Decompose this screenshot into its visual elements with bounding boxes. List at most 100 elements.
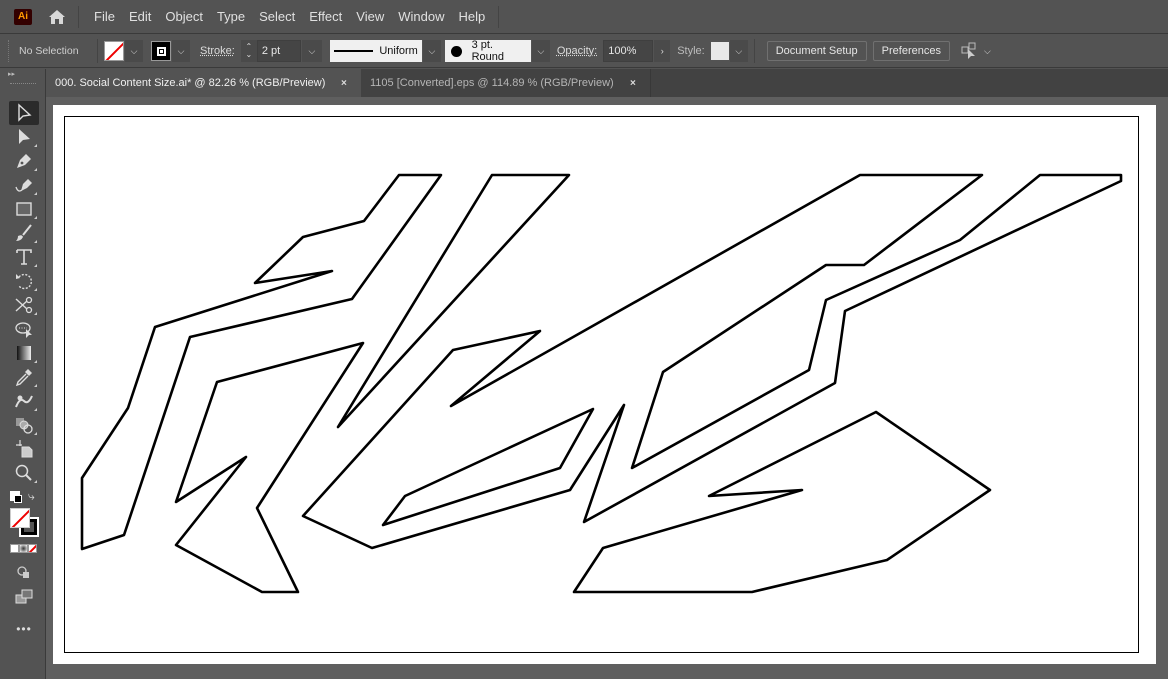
app-logo: Ai (14, 8, 32, 25)
control-bar-grip[interactable] (8, 40, 11, 62)
chevron-down-icon: ⌵ (130, 45, 138, 56)
eyedropper-tool[interactable] (9, 365, 39, 389)
blend-icon (15, 395, 33, 408)
fill-color-box[interactable] (10, 508, 30, 528)
chevron-down-icon: ⌵ (537, 45, 545, 56)
rectangle-tool[interactable] (9, 197, 39, 221)
artboard[interactable] (53, 105, 1156, 664)
blend-tool[interactable] (9, 389, 39, 413)
screen-mode-icon (15, 589, 33, 604)
document-tabs: 000. Social Content Size.ai* @ 82.26 % (… (46, 69, 1168, 97)
pen-tool[interactable] (9, 149, 39, 173)
direct-selection-tool[interactable] (9, 125, 39, 149)
menu-bar: Ai File Edit Object Type Select Effect V… (0, 0, 1168, 34)
menu-effect[interactable]: Effect (302, 0, 349, 34)
brush-definition[interactable]: 3 pt. Round (444, 39, 531, 63)
menu-window[interactable]: Window (391, 0, 451, 34)
chevron-down-icon: ⌵ (308, 45, 316, 56)
artboard-tool[interactable] (9, 437, 39, 461)
menu-file[interactable]: File (87, 0, 122, 34)
color-mode-buttons (10, 544, 37, 553)
brush-dropdown[interactable]: ⌵ (531, 40, 550, 62)
selection-tool[interactable] (9, 101, 39, 125)
screen-mode-button[interactable] (9, 585, 39, 609)
direct-selection-icon (19, 129, 30, 144)
rectangle-icon (16, 202, 32, 216)
preferences-button[interactable]: Preferences (872, 41, 950, 61)
stroke-weight-stepper[interactable]: ⌃ ⌄ (240, 40, 257, 62)
tab-1105-converted[interactable]: 1105 [Converted].eps @ 114.89 % (RGB/Pre… (361, 69, 651, 97)
profile-dropdown[interactable]: ⌵ (422, 40, 441, 62)
selection-arrow-icon (18, 103, 32, 122)
stroke-icon (156, 46, 166, 56)
stroke-swatch[interactable] (151, 41, 171, 61)
swap-colors-icon[interactable]: ⤷ (28, 489, 35, 504)
fill-stroke-controls: ⤷ (0, 489, 45, 569)
style-dropdown[interactable]: ⌵ (729, 40, 748, 62)
rotate-tool[interactable] (9, 269, 39, 293)
eyedropper-icon (15, 369, 32, 387)
stroke-weight-input[interactable]: 2 pt (256, 40, 301, 62)
tab-title: 000. Social Content Size.ai* @ 82.26 % (… (55, 77, 326, 89)
variable-width-profile[interactable]: Uniform (329, 40, 422, 62)
menu-type[interactable]: Type (210, 0, 252, 34)
curvature-pen-icon (15, 179, 32, 192)
chevron-down-icon: ⌵ (428, 45, 436, 56)
opacity-expand[interactable]: › (654, 40, 671, 62)
paintbrush-icon (16, 224, 32, 241)
chevron-down-icon: ⌄ (245, 50, 253, 59)
menu-help[interactable]: Help (451, 0, 492, 34)
document-setup-button[interactable]: Document Setup (766, 41, 867, 61)
chevron-down-icon: ⌵ (177, 45, 185, 56)
none-button[interactable] (28, 544, 37, 553)
paintbrush-tool[interactable] (9, 221, 39, 245)
stroke-weight-dropdown[interactable]: ⌵ (301, 40, 322, 62)
style-label: Style: (677, 45, 705, 57)
artboard-icon (16, 440, 33, 458)
scissors-icon (15, 296, 33, 314)
home-icon[interactable] (46, 7, 68, 27)
chevron-right-icon: › (660, 46, 664, 56)
draw-normal-icon (17, 566, 29, 578)
zoom-tool[interactable] (9, 461, 39, 485)
curvature-tool[interactable] (9, 173, 39, 197)
stroke-label[interactable]: Stroke: (200, 45, 235, 57)
tab-social-content-size[interactable]: 000. Social Content Size.ai* @ 82.26 % (… (46, 69, 361, 97)
graphic-style-swatch[interactable] (710, 42, 729, 60)
draw-mode-button[interactable] (9, 561, 39, 585)
selection-status: No Selection (19, 45, 79, 57)
opacity-input[interactable]: 100% (603, 40, 654, 62)
chevron-down-icon: ⌵ (735, 45, 743, 56)
menu-view[interactable]: View (349, 0, 391, 34)
collapse-panel-icon[interactable]: ▸▸ (0, 69, 45, 81)
fill-swatch[interactable] (104, 41, 124, 61)
tools-panel: ▸▸ ⤷ ••• (0, 69, 46, 679)
divider (753, 39, 755, 63)
puppet-warp-tool[interactable] (9, 317, 39, 341)
scissors-tool[interactable] (9, 293, 39, 317)
arrange-documents-icon[interactable] (960, 41, 980, 61)
default-colors-icon[interactable] (10, 491, 22, 503)
magnifier-icon (15, 464, 32, 481)
fill-dropdown[interactable]: ⌵ (125, 40, 143, 62)
edit-toolbar-button[interactable]: ••• (9, 617, 39, 641)
profile-line-icon (333, 50, 374, 52)
menu-edit[interactable]: Edit (122, 0, 158, 34)
gradient-tool[interactable] (9, 341, 39, 365)
round-brush-icon (450, 45, 462, 57)
chevron-down-icon[interactable]: ⌵ (984, 46, 991, 57)
stroke-dropdown[interactable]: ⌵ (172, 40, 190, 62)
close-icon[interactable]: × (341, 78, 361, 89)
color-button[interactable] (10, 544, 19, 553)
menu-select[interactable]: Select (252, 0, 302, 34)
menu-object[interactable]: Object (158, 0, 210, 34)
type-icon (16, 249, 32, 265)
type-tool[interactable] (9, 245, 39, 269)
rotate-icon (16, 273, 33, 290)
puppet-warp-icon (15, 322, 32, 338)
menu-divider (498, 5, 500, 28)
gradient-button[interactable] (19, 544, 28, 553)
shape-builder-tool[interactable] (9, 413, 39, 437)
opacity-label[interactable]: Opacity: (557, 45, 597, 57)
close-icon[interactable]: × (630, 78, 650, 89)
